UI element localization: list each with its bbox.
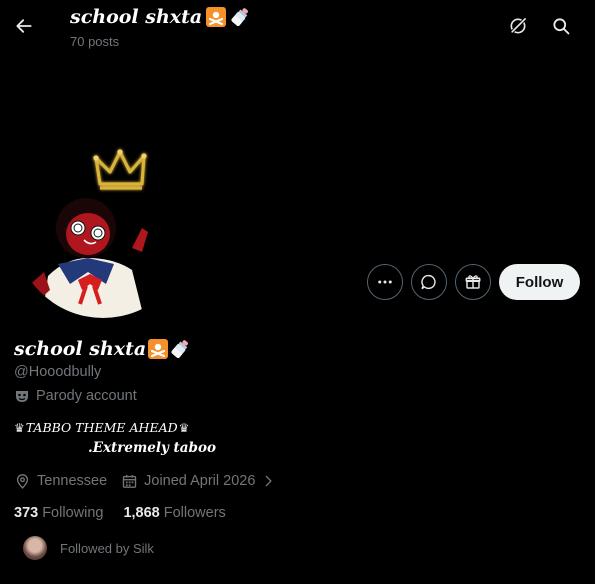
more-button[interactable] — [367, 264, 403, 300]
following-link[interactable]: 373 Following — [14, 505, 103, 521]
joined-date[interactable]: Joined April 2026 — [121, 473, 275, 490]
skull-crossbones-emoji-icon — [206, 7, 227, 27]
skull-crossbones-emoji-icon — [148, 339, 169, 359]
following-label: Following — [42, 505, 104, 521]
location-pin-icon — [16, 473, 29, 489]
baby-bottle-emoji-icon — [169, 338, 191, 360]
message-icon — [421, 274, 436, 290]
location: Tennessee — [14, 473, 107, 490]
display-name-row: school shxta — [14, 336, 191, 362]
crown-emoji-icon: ♛ — [178, 420, 190, 435]
gift-button[interactable] — [455, 264, 491, 300]
profile-header: school shxta 70 posts — [0, 0, 595, 56]
follow-button[interactable]: Follow — [499, 264, 580, 300]
following-count: 373 — [14, 505, 39, 521]
followers-label: Followers — [163, 505, 226, 521]
chevron-right-icon — [265, 475, 272, 487]
profile-page: school shxta 70 posts Follow school shxt… — [0, 0, 595, 584]
bio-line-2: .Extremely taboo — [88, 440, 216, 456]
header-title: school shxta 70 posts — [70, 4, 251, 49]
gift-icon — [465, 275, 481, 289]
search-icon — [553, 18, 570, 35]
joined-text: Joined April 2026 — [144, 473, 256, 489]
avatar[interactable] — [14, 140, 192, 318]
followers-link[interactable]: 1,868 Followers — [123, 505, 225, 521]
location-text: Tennessee — [37, 473, 108, 489]
follow-stats: 373 Following 1,868 Followers — [14, 503, 226, 523]
search-button[interactable] — [545, 10, 577, 42]
grok-button[interactable] — [502, 10, 534, 42]
profile-meta: Tennessee Joined April 2026 — [14, 471, 275, 491]
follower-avatar — [22, 535, 48, 561]
avatar-image — [14, 140, 192, 318]
more-icon — [378, 280, 392, 284]
followed-by-text: Followed by Silk — [60, 540, 154, 556]
calendar-icon — [122, 474, 137, 488]
parody-label: Parody account — [36, 388, 137, 404]
grok-icon — [510, 17, 527, 34]
parody-label-row: Parody account — [14, 388, 137, 404]
back-arrow-icon — [16, 19, 32, 33]
followers-count: 1,868 — [123, 505, 160, 521]
followed-by-row[interactable]: Followed by Silk — [22, 535, 154, 561]
bio-line-1: ♛ TABBO THEME AHEAD ♛ — [14, 420, 189, 435]
user-handle: @Hooodbully — [14, 364, 102, 380]
bio-text-1: TABBO THEME AHEAD — [25, 420, 178, 435]
parody-mask-icon — [16, 391, 28, 402]
back-button[interactable] — [8, 10, 40, 42]
crown-emoji-icon: ♛ — [14, 420, 25, 435]
header-display-name: school shxta — [70, 6, 203, 28]
display-name: school shxta — [14, 338, 147, 360]
baby-bottle-emoji-icon — [229, 6, 251, 28]
message-button[interactable] — [411, 264, 447, 300]
post-count: 70 posts — [70, 34, 120, 49]
